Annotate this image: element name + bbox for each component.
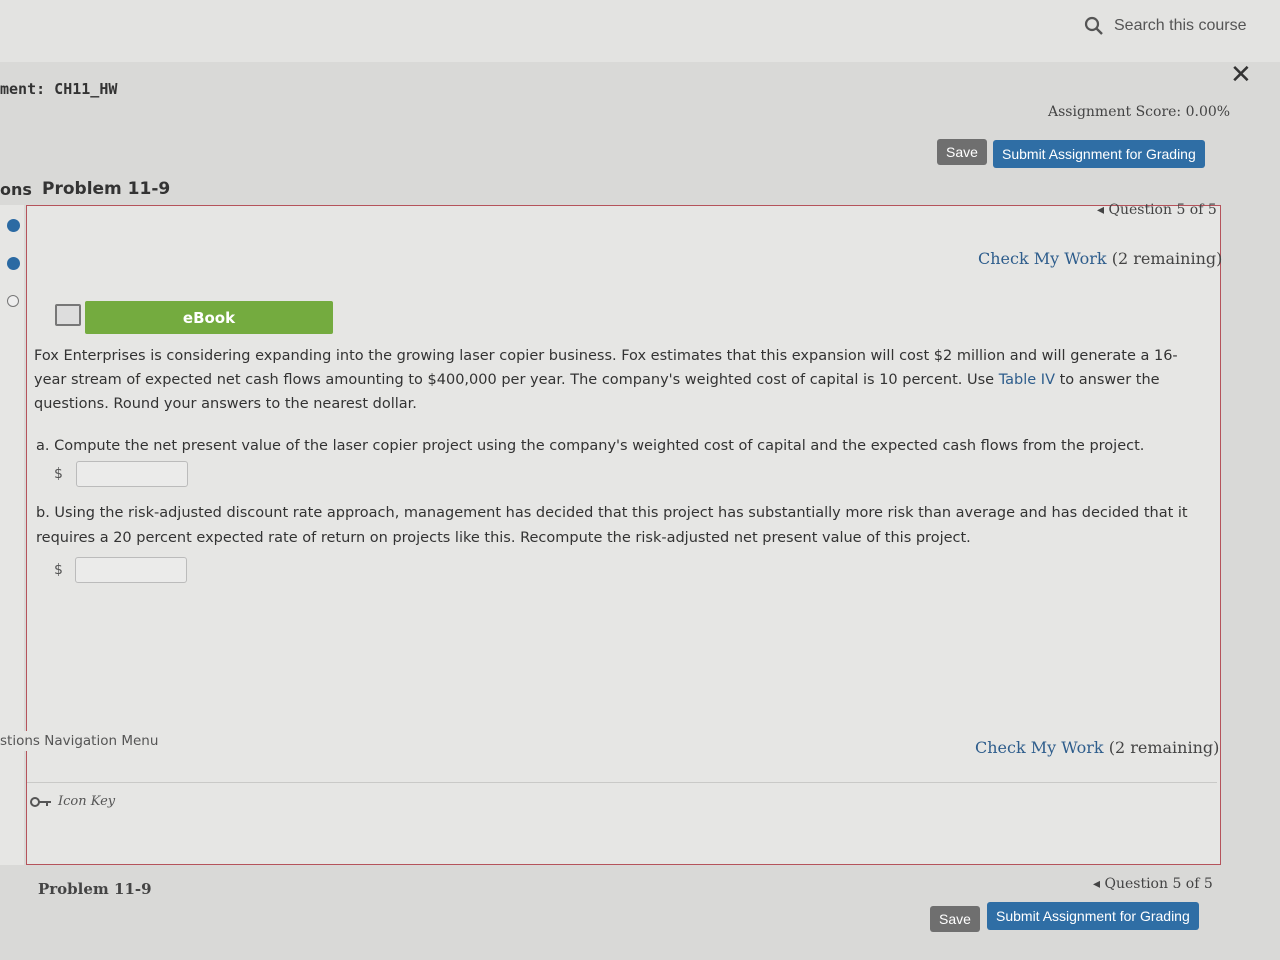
submit-assignment-button-footer[interactable]: Submit Assignment for Grading bbox=[987, 902, 1199, 930]
ebook-button[interactable]: eBook bbox=[85, 301, 333, 334]
question-counter-top[interactable]: ◂ Question 5 of 5 bbox=[1097, 202, 1217, 218]
icon-key-link[interactable]: Icon Key bbox=[30, 794, 115, 809]
risk-adjusted-npv-input[interactable] bbox=[75, 557, 187, 583]
currency-label-a: $ bbox=[54, 466, 63, 482]
questions-navigation-menu[interactable]: stions Navigation Menu bbox=[0, 731, 165, 751]
npv-answer-input[interactable] bbox=[76, 461, 188, 487]
check-my-work-label[interactable]: Check My Work bbox=[975, 738, 1104, 757]
remaining-count: (2 remaining) bbox=[1111, 249, 1223, 268]
close-icon[interactable]: ✕ bbox=[1230, 60, 1252, 90]
question-dot-answered[interactable] bbox=[7, 219, 20, 232]
question-dot-answered[interactable] bbox=[7, 257, 20, 270]
question-dot-unanswered[interactable] bbox=[7, 295, 19, 307]
question-text: Fox Enterprises is considering expanding… bbox=[34, 344, 1199, 416]
check-my-work-label[interactable]: Check My Work bbox=[978, 249, 1107, 268]
currency-label-b: $ bbox=[54, 562, 63, 578]
check-my-work-link-bottom[interactable]: Check My Work (2 remaining) bbox=[975, 738, 1219, 757]
icon-key-label: Icon Key bbox=[58, 794, 116, 809]
part-b-text: b. Using the risk-adjusted discount rate… bbox=[36, 505, 1188, 546]
part-a-text: a. Compute the net present value of the … bbox=[36, 438, 1145, 454]
search-placeholder: Search this course bbox=[1114, 17, 1247, 34]
key-icon bbox=[30, 796, 51, 807]
problem-title: Problem 11-9 bbox=[42, 179, 171, 199]
assignment-title: ment: CH11_HW bbox=[0, 80, 118, 98]
table-iv-link[interactable]: Table IV bbox=[999, 372, 1055, 388]
course-search[interactable]: Search this course bbox=[1084, 16, 1247, 36]
save-button[interactable]: Save bbox=[937, 139, 987, 165]
search-icon bbox=[1084, 16, 1103, 35]
assignment-score: Assignment Score: 0.00% bbox=[1048, 104, 1231, 120]
submit-assignment-button[interactable]: Submit Assignment for Grading bbox=[993, 140, 1205, 168]
question-counter-bottom[interactable]: ◂ Question 5 of 5 bbox=[1093, 876, 1213, 892]
remaining-count: (2 remaining) bbox=[1108, 738, 1220, 757]
question-nav-sidebar bbox=[0, 205, 24, 865]
check-my-work-link-top[interactable]: Check My Work (2 remaining) bbox=[978, 249, 1222, 268]
book-icon bbox=[55, 304, 81, 326]
footer-problem-title: Problem 11-9 bbox=[38, 880, 152, 898]
save-button-footer[interactable]: Save bbox=[930, 906, 980, 932]
divider bbox=[27, 782, 1217, 783]
tab-questions[interactable]: ons bbox=[0, 180, 32, 199]
